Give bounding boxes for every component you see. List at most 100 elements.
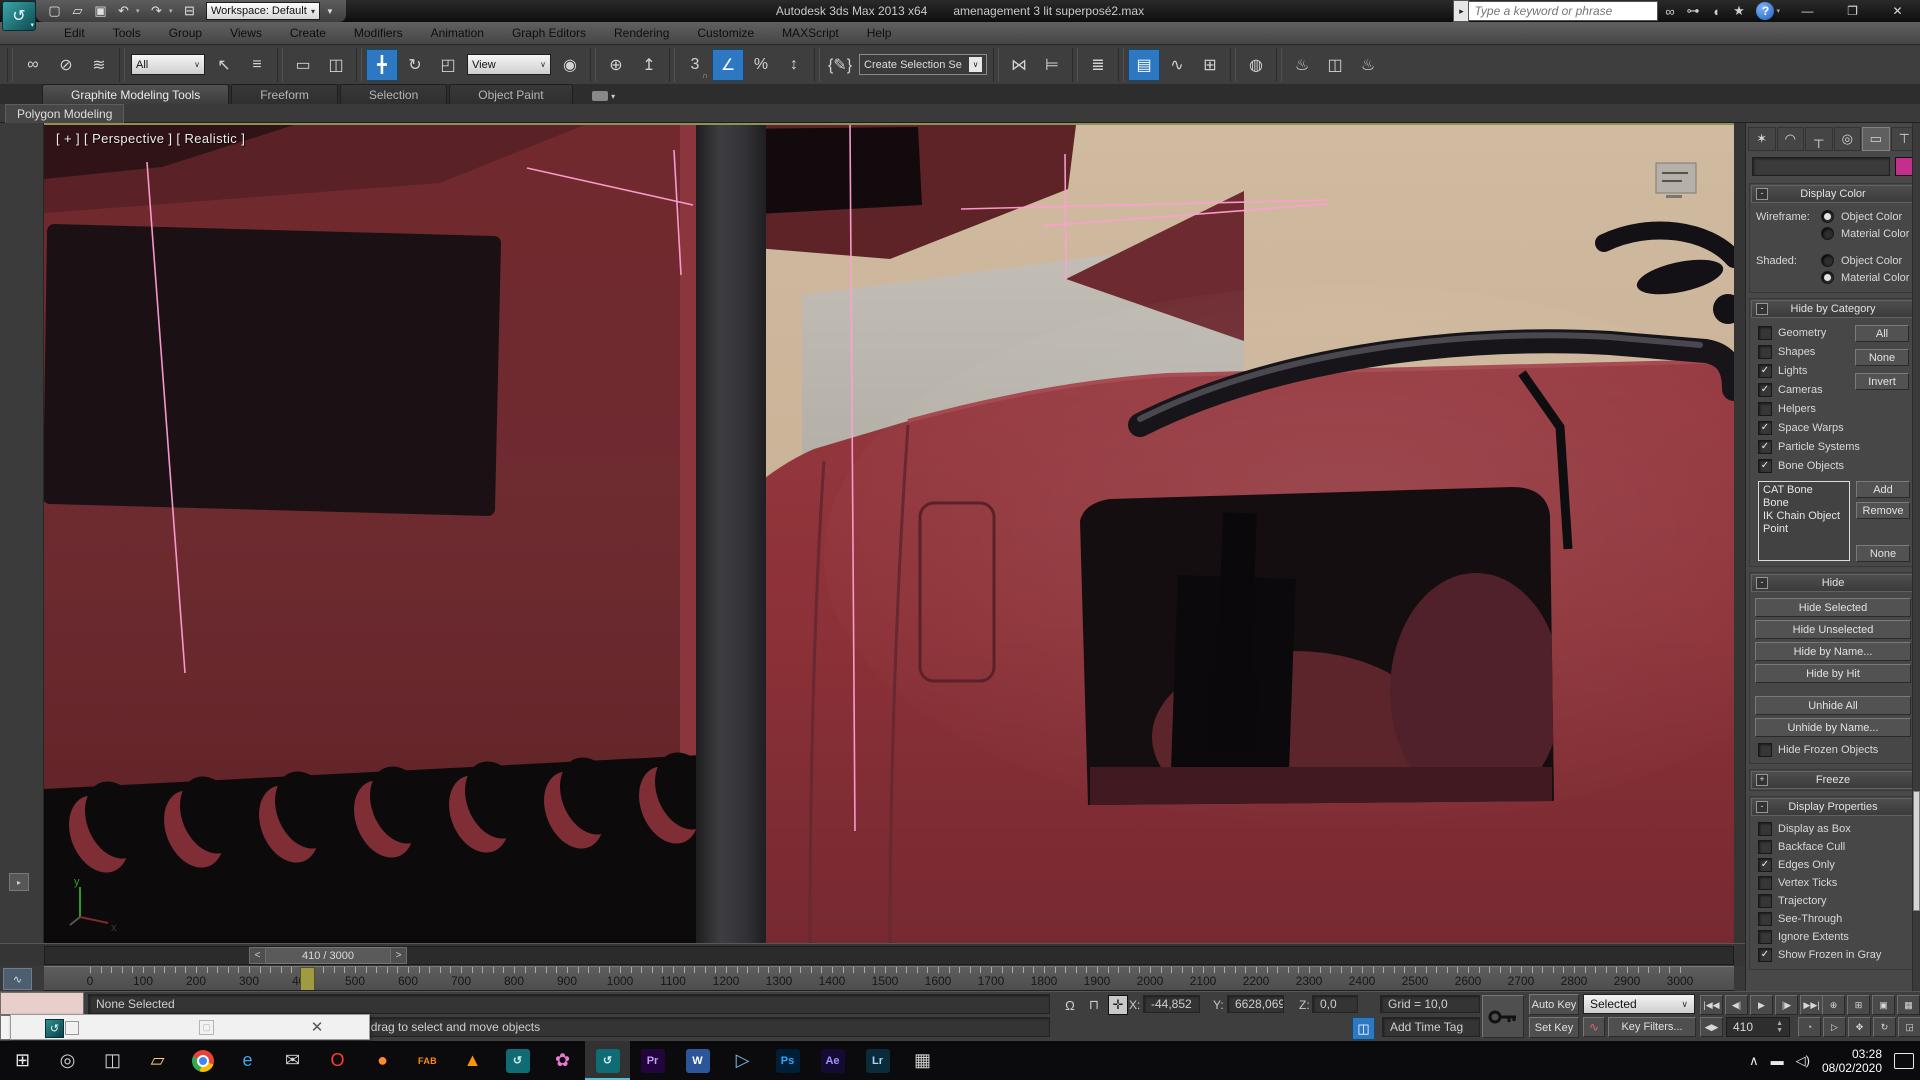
3ds-max[interactable]: ↺ [495,1041,540,1080]
selection-lock-icon[interactable]: ⊓ [1084,995,1104,1015]
property-display-as-box[interactable]: Display as Box [1750,820,1916,838]
workspace-dropdown[interactable]: Workspace: Default▾ [206,2,320,20]
material-editor-icon[interactable]: ◍ [1240,49,1272,81]
property-trajectory[interactable]: Trajectory [1750,892,1916,910]
subscription-key-icon[interactable]: ⊶ [1681,1,1704,21]
open-file-icon[interactable]: ▱ [67,2,88,20]
toggle-scene-explorer-icon[interactable]: ▤ [1128,49,1160,81]
set-key-button[interactable]: Set Key [1529,1017,1579,1038]
collapse-icon[interactable]: - [1756,188,1768,200]
mini-window-restore-icon[interactable]: ▢ [199,1020,214,1035]
rectangular-selection-region-icon[interactable]: ▭ [287,49,319,81]
checkbox-icon[interactable]: ✓ [1758,421,1772,435]
menu-help[interactable]: Help [853,22,906,44]
firefox[interactable]: ● [360,1041,405,1080]
key-mode-toggle-button[interactable]: ◀▶ [1700,1017,1723,1037]
orbit-button[interactable]: ↻ [1873,1017,1896,1037]
property-ignore-extents[interactable]: Ignore Extents [1750,928,1916,946]
checkbox-icon[interactable] [1758,402,1772,416]
word[interactable]: W [675,1041,720,1080]
hidden-icons-chevron-icon[interactable]: ∧ [1749,1053,1759,1069]
lightroom[interactable]: Lr [855,1041,900,1080]
hide-by-name--button[interactable]: Hide by Name... [1755,642,1911,661]
vlc[interactable]: ▲ [450,1041,495,1080]
schematic-view-icon[interactable]: ⊞ [1194,49,1226,81]
volume-icon[interactable]: ◁) [1796,1053,1810,1069]
rollout-header-hide[interactable]: - Hide [1751,574,1915,592]
communication-center-icon[interactable]: ◖ [1704,1,1727,21]
list-item[interactable]: CAT Bone [1763,484,1845,497]
use-pivot-point-center-icon[interactable]: ◉ [554,49,586,81]
welcome-lightbulb-icon[interactable]: Ω [1060,995,1080,1015]
collapse-icon[interactable]: - [1756,303,1768,315]
rendered-frame-window-icon[interactable]: ◫ [1319,49,1351,81]
render-production-icon[interactable]: ♨ [1352,49,1384,81]
select-by-name-icon[interactable]: ≡ [241,49,273,81]
time-slider[interactable]: < 410 / 3000 > [249,947,407,964]
qat-flyout-icon[interactable]: ▼ [322,2,338,20]
key-filters-button[interactable]: Key Filters... [1608,1017,1696,1037]
go-to-end-button[interactable]: ▶▶| [1800,995,1823,1015]
checkbox-icon[interactable] [1758,876,1772,890]
help-icon[interactable]: ? [1756,2,1774,20]
motion-tab-icon[interactable]: ◎ [1834,127,1862,151]
property-see-through[interactable]: See-Through [1750,910,1916,928]
redo-icon-caret[interactable]: ▾ [169,7,177,15]
modify-tab-icon[interactable]: ◠ [1777,127,1805,151]
hide-selected-button[interactable]: Hide Selected [1755,598,1911,617]
add-category-button[interactable]: Add [1856,481,1910,498]
category-space-warps[interactable]: ✓Space Warps [1750,418,1916,437]
tab-polygon-modeling[interactable]: Polygon Modeling [5,104,124,123]
checkbox-icon[interactable] [1758,345,1772,359]
current-frame-field[interactable]: 410▲▼ [1726,1017,1790,1037]
select-and-rotate-icon[interactable]: ↻ [399,49,431,81]
reference-coordinate-system-dropdown[interactable]: View∨ [467,54,551,75]
edit-named-selection-sets-icon[interactable]: {✎} [824,49,856,81]
current-frame-marker[interactable] [300,967,315,991]
ribbon-tab-selection[interactable]: Selection [340,84,447,104]
auto-key-button[interactable]: Auto Key [1529,994,1579,1015]
menu-create[interactable]: Create [276,22,340,44]
rollout-header-display-color[interactable]: - Display Color [1751,185,1915,203]
track-bar-ruler[interactable]: 0100200300400500600700800900100011001200… [44,966,1734,991]
keyboard-shortcut-override-icon[interactable]: ↥ [633,49,665,81]
cortana-search[interactable]: ◎ [45,1041,90,1080]
3ds-max-active[interactable]: ↺ [585,1041,630,1080]
render-setup-icon[interactable]: ♨ [1286,49,1318,81]
transform-gizmo-icon[interactable]: ✛ [1108,995,1128,1015]
premiere-pro[interactable]: Pr [630,1041,675,1080]
none-category-button[interactable]: None [1856,545,1910,562]
infocenter-search-icon[interactable]: ∞ [1658,1,1681,21]
zoom-button[interactable]: ⊕ [1822,995,1845,1015]
help-dropdown-icon[interactable]: ▾ [1776,7,1780,15]
zoom-all-button[interactable]: ⊞ [1847,995,1870,1015]
checkbox-icon[interactable] [1758,822,1772,836]
favorites-star-icon[interactable]: ★ [1727,1,1750,21]
file-explorer[interactable]: ▱ [135,1041,180,1080]
menu-customize[interactable]: Customize [683,22,768,44]
radio-object-color[interactable] [1821,254,1834,267]
hide-unselected-button[interactable]: Hide Unselected [1755,620,1911,639]
next-frame-slider-button[interactable]: > [390,947,407,964]
open-mini-curve-editor-button[interactable]: ∿ [3,968,32,990]
checkbox-icon[interactable]: ✓ [1758,440,1772,454]
zoom-extents-all-button[interactable]: ▦ [1897,995,1920,1015]
create-tab-icon[interactable]: ✶ [1748,127,1776,151]
bind-to-space-warp-icon[interactable]: ≋ [83,49,115,81]
taskbar-clock[interactable]: 03:28 08/02/2020 [1822,1047,1882,1075]
restore-button[interactable]: ❐ [1830,0,1875,22]
pan-button[interactable]: ✥ [1848,1017,1871,1037]
checkbox-icon[interactable]: ✓ [1758,459,1772,473]
time-slider-track[interactable]: < 410 / 3000 > [44,946,1734,965]
none-button[interactable]: None [1855,349,1909,366]
mail[interactable]: ✉ [270,1041,315,1080]
panel-scrollbar[interactable] [1912,123,1920,991]
checkbox-icon[interactable] [1758,930,1772,944]
viewport-label[interactable]: [ + ] [ Perspective ] [ Realistic ] [56,131,245,146]
named-selection-sets-dropdown[interactable]: Create Selection Se∨ [859,54,987,75]
photoshop[interactable]: Ps [765,1041,810,1080]
ribbon-minimize-icon[interactable]: ▾ [587,88,621,104]
selection-set-dropdown[interactable]: Selected∨ [1583,994,1695,1014]
play-button[interactable]: ▶ [1750,995,1773,1015]
x-coord-field[interactable]: -44,852 [1143,995,1200,1013]
